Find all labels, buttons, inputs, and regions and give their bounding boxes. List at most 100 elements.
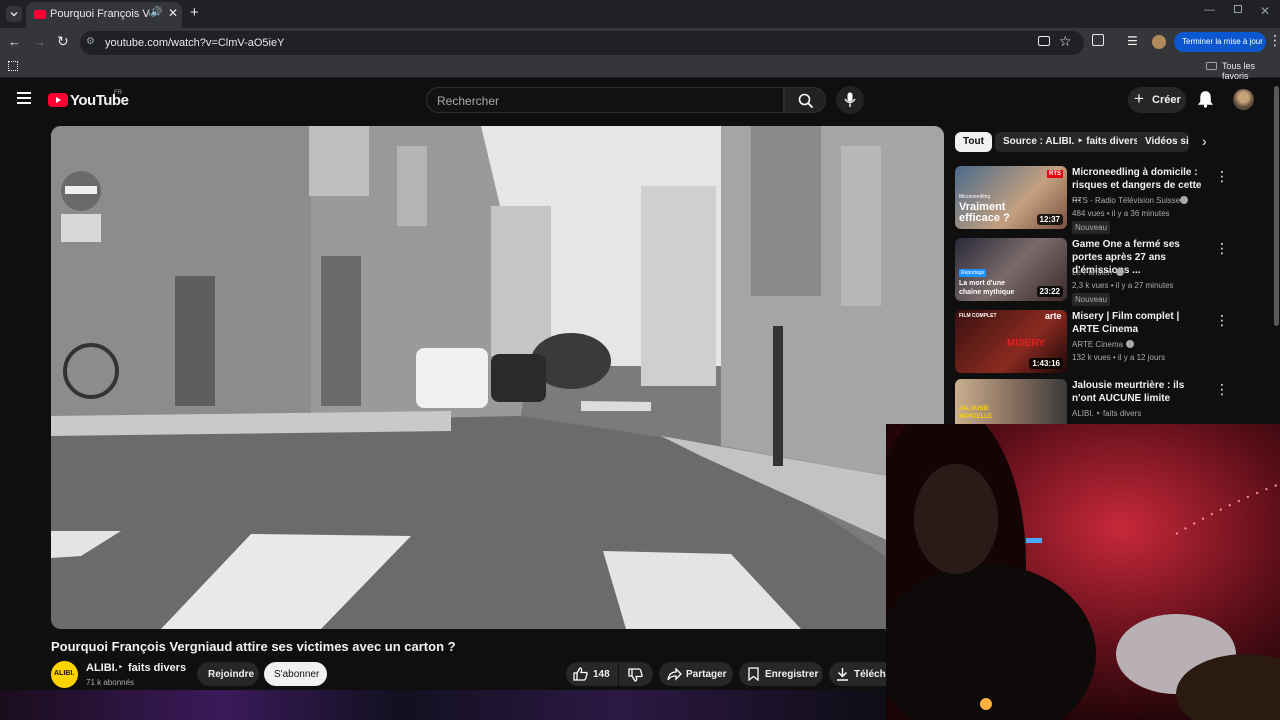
verified-icon (1180, 196, 1188, 204)
recommendation-channel[interactable]: Le Parisien (1072, 268, 1112, 277)
video-player[interactable] (51, 126, 944, 629)
recommendation-stats: 132 k vues • il y a 12 jours (1072, 353, 1166, 362)
channel-suffix[interactable]: faits divers (128, 662, 186, 674)
thumbs-down-icon (628, 668, 643, 682)
recommendation-thumbnail[interactable]: Microneedling Vraiment efficace ? RTS 12… (955, 166, 1067, 229)
plus-icon: + (1134, 89, 1144, 108)
video-duration: 23:22 (1036, 286, 1063, 297)
apps-grid-icon[interactable] (8, 61, 18, 71)
youtube-logo[interactable]: YouTube FR (48, 90, 129, 109)
like-count: 148 (593, 669, 610, 680)
chips-next-chevron-icon[interactable]: › (1202, 133, 1207, 149)
all-bookmarks-label[interactable]: Tous les favoris (1222, 61, 1280, 81)
update-button-label: Terminer la mise à jour (1182, 37, 1263, 46)
recommendation-thumbnail[interactable]: Reportage La mort d'une chaîne mythique … (955, 238, 1067, 301)
close-tab-icon[interactable]: ✕ (168, 6, 178, 20)
recommendation-thumbnail[interactable]: FILM COMPLET arte MISERY 1:43:16 (955, 310, 1067, 373)
youtube-play-logo-icon (48, 93, 68, 107)
save-label: Enregistrer (765, 669, 819, 680)
join-label: Rejoindre (208, 669, 255, 680)
region-code: FR (114, 90, 122, 96)
maximize-icon[interactable] (1234, 5, 1242, 13)
video-duration: 1:43:16 (1029, 358, 1063, 369)
thumbnail-caption: FILM COMPLET (959, 313, 997, 319)
site-info-icon[interactable]: ⚙ (86, 36, 95, 47)
recommendation-item[interactable]: JALOUSIE MORTELLE Jalousie meurtrière : … (955, 379, 1275, 424)
recommendation-channel[interactable]: RTS - Radio Télévision Suisse (1072, 196, 1180, 205)
arte-logo: arte (1045, 311, 1062, 321)
notifications-bell-icon[interactable] (1198, 91, 1213, 108)
download-button[interactable]: Téléchar (829, 662, 895, 686)
tab-title: Pourquoi François Vergniaud (50, 8, 150, 20)
more-actions-icon[interactable]: ⋮ (1215, 312, 1229, 329)
account-avatar[interactable] (1233, 89, 1254, 110)
browser-tab-bar: Pourquoi François Vergniaud 🔊 ✕ + — ✕ (0, 0, 1280, 28)
channel-avatar-text: ALIBI. (54, 670, 75, 677)
recommendation-thumbnail[interactable]: JALOUSIE MORTELLE (955, 379, 1067, 424)
reload-icon[interactable]: ↻ (57, 33, 69, 50)
recommendation-item[interactable]: Microneedling Vraiment efficace ? RTS 12… (955, 166, 1275, 234)
reading-list-icon[interactable]: ☰ (1127, 34, 1138, 48)
profile-avatar[interactable] (1152, 35, 1166, 49)
back-icon[interactable]: ← (8, 34, 21, 49)
search-button[interactable] (784, 87, 826, 113)
minimize-icon[interactable]: — (1204, 4, 1215, 16)
video-duration: 12:37 (1036, 214, 1063, 225)
recommendation-channel[interactable]: ALIBI. ‣ faits divers (1072, 409, 1141, 418)
thumbnail-headline: MISERY (1007, 338, 1045, 349)
share-icon (667, 668, 682, 681)
like-button[interactable]: 148 (566, 662, 618, 686)
chip-all[interactable]: Tout (955, 132, 992, 152)
menu-kebab-icon[interactable]: ⋮ (1268, 32, 1280, 49)
search-placeholder: Rechercher (437, 94, 500, 108)
recommendation-title[interactable]: Jalousie meurtrière : ils n'ont AUCUNE l… (1072, 379, 1202, 405)
recommendation-item[interactable]: Reportage La mort d'une chaîne mythique … (955, 238, 1275, 306)
recommendation-stats: 2,3 k vues • il y a 27 minutes (1072, 281, 1174, 290)
channel-name[interactable]: ALIBI. (86, 662, 118, 674)
more-actions-icon[interactable]: ⋮ (1215, 168, 1229, 185)
page-scrollbar[interactable] (1274, 86, 1279, 326)
close-window-icon[interactable]: ✕ (1260, 4, 1270, 18)
rts-logo: RTS (1047, 170, 1063, 178)
chip-source-channel[interactable]: Source : ALIBI. ‣ faits divers (995, 132, 1148, 152)
tab-search-icon[interactable] (6, 6, 22, 22)
youtube-favicon-icon (34, 10, 46, 19)
subscriber-count: 71 k abonnés (86, 678, 135, 687)
new-tab-icon[interactable]: + (190, 4, 199, 21)
forward-icon[interactable]: → (33, 34, 46, 49)
share-button[interactable]: Partager (659, 662, 733, 686)
bookmarks-bar: Tous les favoris (0, 56, 1280, 81)
address-bar-row: ← → ↻ ⚙ youtube.com/watch?v=ClmV-aO5ieY … (0, 28, 1280, 56)
url-bar[interactable]: ⚙ youtube.com/watch?v=ClmV-aO5ieY ☆ (80, 31, 1084, 55)
hamburger-menu-icon[interactable] (17, 92, 31, 104)
recommendation-channel[interactable]: ARTE Cinema (1072, 340, 1123, 349)
voice-search-button[interactable] (836, 86, 864, 114)
verified-icon (1126, 340, 1134, 348)
thumbnail-headline: JALOUSIE MORTELLE (959, 406, 992, 420)
channel-avatar[interactable]: ALIBI. (51, 661, 78, 688)
webcam-feed (886, 424, 1280, 720)
search-input[interactable]: Rechercher (426, 87, 784, 113)
bookmark-icon (748, 667, 759, 681)
more-actions-icon[interactable]: ⋮ (1215, 381, 1229, 398)
save-button[interactable]: Enregistrer (739, 662, 823, 686)
thumbs-up-icon (573, 667, 588, 681)
bookmark-star-icon[interactable]: ☆ (1059, 33, 1072, 50)
video-title: Pourquoi François Vergniaud attire ses v… (51, 639, 456, 654)
url-text: youtube.com/watch?v=ClmV-aO5ieY (105, 37, 285, 49)
recommendation-item[interactable]: FILM COMPLET arte MISERY 1:43:16 Misery … (955, 310, 1275, 376)
browser-tab[interactable]: Pourquoi François Vergniaud 🔊 ✕ (26, 2, 182, 28)
dislike-button[interactable] (619, 662, 653, 686)
extensions-icon[interactable] (1092, 34, 1104, 46)
cast-icon[interactable] (1038, 36, 1050, 46)
recommendation-title[interactable]: Misery | Film complet | ARTE Cinema (1072, 310, 1202, 336)
more-actions-icon[interactable]: ⋮ (1215, 240, 1229, 257)
create-button[interactable]: + Créer (1128, 87, 1186, 113)
new-badge: Nouveau (1072, 221, 1111, 234)
chip-similar-videos[interactable]: Vidéos sim (1137, 132, 1189, 152)
update-button[interactable]: Terminer la mise à jour (1174, 32, 1266, 52)
join-button[interactable]: Rejoindre (197, 662, 259, 686)
subscribe-button[interactable]: S'abonner (264, 662, 327, 686)
audio-playing-icon[interactable]: 🔊 (150, 7, 162, 18)
subscribe-label: S'abonner (274, 669, 320, 680)
